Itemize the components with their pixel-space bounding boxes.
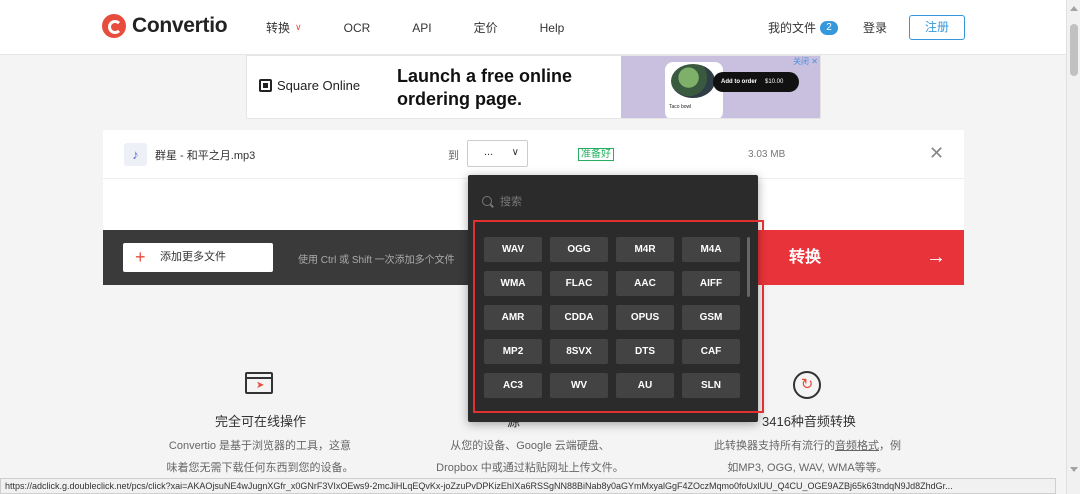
- feature-sources-line2: Dropbox 中或通过粘贴网址上传文件。: [436, 462, 624, 474]
- format-option[interactable]: AMR: [484, 305, 542, 330]
- format-option[interactable]: FLAC: [550, 271, 608, 296]
- nav-ocr-label: OCR: [343, 20, 371, 35]
- my-files-label: 我的文件: [768, 21, 817, 35]
- close-icon[interactable]: ✕: [929, 143, 944, 163]
- format-dropdown: 搜索 WAV OGG M4R M4A WMA FLAC AAC AIFF AMR…: [468, 175, 764, 422]
- ad-brand: Square Online: [259, 78, 360, 93]
- feature-online-line2: 味着您无需下载任何东西到您的设备。: [166, 462, 354, 474]
- status-badge: 准备好: [578, 148, 614, 161]
- add-more-files-button[interactable]: + 添加更多文件: [123, 243, 273, 272]
- ad-image: Add to order $10.00 Taco bowl: [621, 56, 820, 118]
- format-option[interactable]: M4A: [682, 237, 740, 262]
- ad-cart-label: Add to order: [721, 79, 757, 85]
- ad-item-name: Taco bowl: [669, 104, 692, 110]
- feature-conversions-line1-pre: 此转换器支持所有流行的: [714, 440, 835, 452]
- file-name: 群星 - 和平之月.mp3: [155, 150, 256, 162]
- scroll-thumb[interactable]: [1070, 24, 1078, 76]
- arrow-right-icon: →: [926, 246, 946, 268]
- format-search-placeholder: 搜索: [500, 196, 522, 208]
- feature-conversions-title: 3416种音频转换: [762, 414, 856, 429]
- nav-convert[interactable]: 转换 ∨: [266, 19, 302, 36]
- nav-help-label: Help: [539, 20, 565, 35]
- feature-sources-line1: 从您的设备、Google 云端硬盘、: [450, 440, 610, 452]
- plus-icon: +: [135, 247, 146, 267]
- nav-pricing-label: 定价: [473, 21, 498, 35]
- convert-label: 转换: [789, 249, 822, 266]
- feature-online-desc: Convertio 是基于浏览器的工具，这意 味着您无需下载任何东西到您的设备。: [155, 435, 365, 479]
- to-label: 到: [448, 150, 459, 162]
- my-files-link[interactable]: 我的文件 2: [768, 19, 839, 36]
- format-option[interactable]: AAC: [616, 271, 674, 296]
- selected-format-value: ...: [484, 146, 494, 158]
- format-option[interactable]: OPUS: [616, 305, 674, 330]
- signup-button[interactable]: 注册: [909, 15, 965, 40]
- format-option[interactable]: GSM: [682, 305, 740, 330]
- ad-cart-pill: Add to order $10.00: [713, 72, 799, 92]
- format-option[interactable]: OGG: [550, 237, 608, 262]
- ad-brand-name: Square Online: [277, 78, 361, 93]
- format-option[interactable]: 8SVX: [550, 339, 608, 364]
- feature-online-title: 完全可在线操作: [215, 414, 307, 429]
- browser-status-bar: https://adclick.g.doubleclick.net/pcs/cl…: [0, 478, 1056, 494]
- refresh-convert-icon: ↻: [793, 371, 821, 399]
- format-option[interactable]: DTS: [616, 339, 674, 364]
- convert-button[interactable]: 转换 →: [755, 230, 964, 285]
- nav-api[interactable]: API: [412, 19, 431, 36]
- chevron-down-icon: ∨: [511, 147, 519, 158]
- format-option[interactable]: AU: [616, 373, 674, 398]
- format-option[interactable]: WV: [550, 373, 608, 398]
- file-row: ♪ 群星 - 和平之月.mp3 到 ... ∨ 准备好 3.03 MB ✕: [103, 130, 964, 179]
- ad-headline: Launch a free online ordering page.: [397, 66, 573, 109]
- format-option[interactable]: MP2: [484, 339, 542, 364]
- browser-window-icon: ➤: [245, 372, 273, 394]
- format-option[interactable]: M4R: [616, 237, 674, 262]
- format-option[interactable]: CDDA: [550, 305, 608, 330]
- square-logo-icon: [259, 79, 272, 92]
- file-size: 3.03 MB: [748, 149, 786, 160]
- convertio-logo-icon: [102, 14, 126, 38]
- nav-help[interactable]: Help: [540, 19, 565, 36]
- format-search-input[interactable]: 搜索: [482, 193, 522, 209]
- format-option[interactable]: WAV: [484, 237, 542, 262]
- format-option[interactable]: AC3: [484, 373, 542, 398]
- feature-conversions-desc: 此转换器支持所有流行的音频格式，例 如MP3, OGG, WAV, WMA等等。: [700, 435, 915, 479]
- multi-select-hint: 使用 Ctrl 或 Shift 一次添加多个文件: [298, 255, 455, 266]
- feature-conversions-line1: 此转换器支持所有流行的音频格式，例: [700, 435, 915, 457]
- format-option[interactable]: WMA: [484, 271, 542, 296]
- page-scrollbar[interactable]: [1066, 0, 1080, 494]
- brand-logo[interactable]: Convertio: [102, 14, 228, 38]
- dropdown-scrollbar[interactable]: [747, 237, 750, 297]
- format-option[interactable]: AIFF: [682, 271, 740, 296]
- chevron-down-icon: ∨: [295, 22, 302, 32]
- main-nav: 转换 ∨ OCR API 定价 Help: [266, 19, 606, 36]
- scroll-up-icon[interactable]: [1070, 6, 1078, 11]
- feature-conversions-line2: 如MP3, OGG, WAV, WMA等等。: [727, 462, 888, 474]
- audio-formats-link[interactable]: 音频格式: [835, 440, 879, 452]
- scroll-down-icon[interactable]: [1070, 467, 1078, 472]
- feature-conversions-line1-post: ，例: [879, 440, 901, 452]
- top-header: Convertio 转换 ∨ OCR API 定价 Help 我的文件 2 登录…: [0, 0, 1066, 55]
- ad-banner[interactable]: Square Online Launch a free online order…: [246, 55, 821, 119]
- format-option[interactable]: SLN: [682, 373, 740, 398]
- format-option[interactable]: CAF: [682, 339, 740, 364]
- nav-api-label: API: [412, 20, 432, 35]
- nav-pricing[interactable]: 定价: [474, 19, 498, 36]
- ad-cart-price: $10.00: [765, 79, 784, 85]
- ad-close-label: 关闭: [793, 57, 810, 66]
- file-count-badge: 2: [820, 20, 839, 35]
- feature-sources-desc: 从您的设备、Google 云端硬盘、 Dropbox 中或通过粘贴网址上传文件。: [425, 435, 635, 479]
- music-note-icon: ♪: [124, 143, 147, 166]
- feature-online-line1: Convertio 是基于浏览器的工具，这意: [168, 440, 352, 452]
- ad-close-icon[interactable]: 关闭 ✕: [793, 56, 818, 67]
- search-icon: [482, 196, 492, 206]
- format-grid: WAV OGG M4R M4A WMA FLAC AAC AIFF AMR CD…: [484, 237, 744, 398]
- output-format-select[interactable]: ... ∨: [467, 140, 528, 167]
- add-more-label: 添加更多文件: [160, 251, 226, 263]
- login-link[interactable]: 登录: [863, 19, 887, 36]
- nav-ocr[interactable]: OCR: [344, 19, 371, 36]
- brand-name: Convertio: [132, 14, 228, 37]
- nav-convert-label: 转换: [266, 21, 291, 35]
- food-bowl-image: [671, 64, 715, 98]
